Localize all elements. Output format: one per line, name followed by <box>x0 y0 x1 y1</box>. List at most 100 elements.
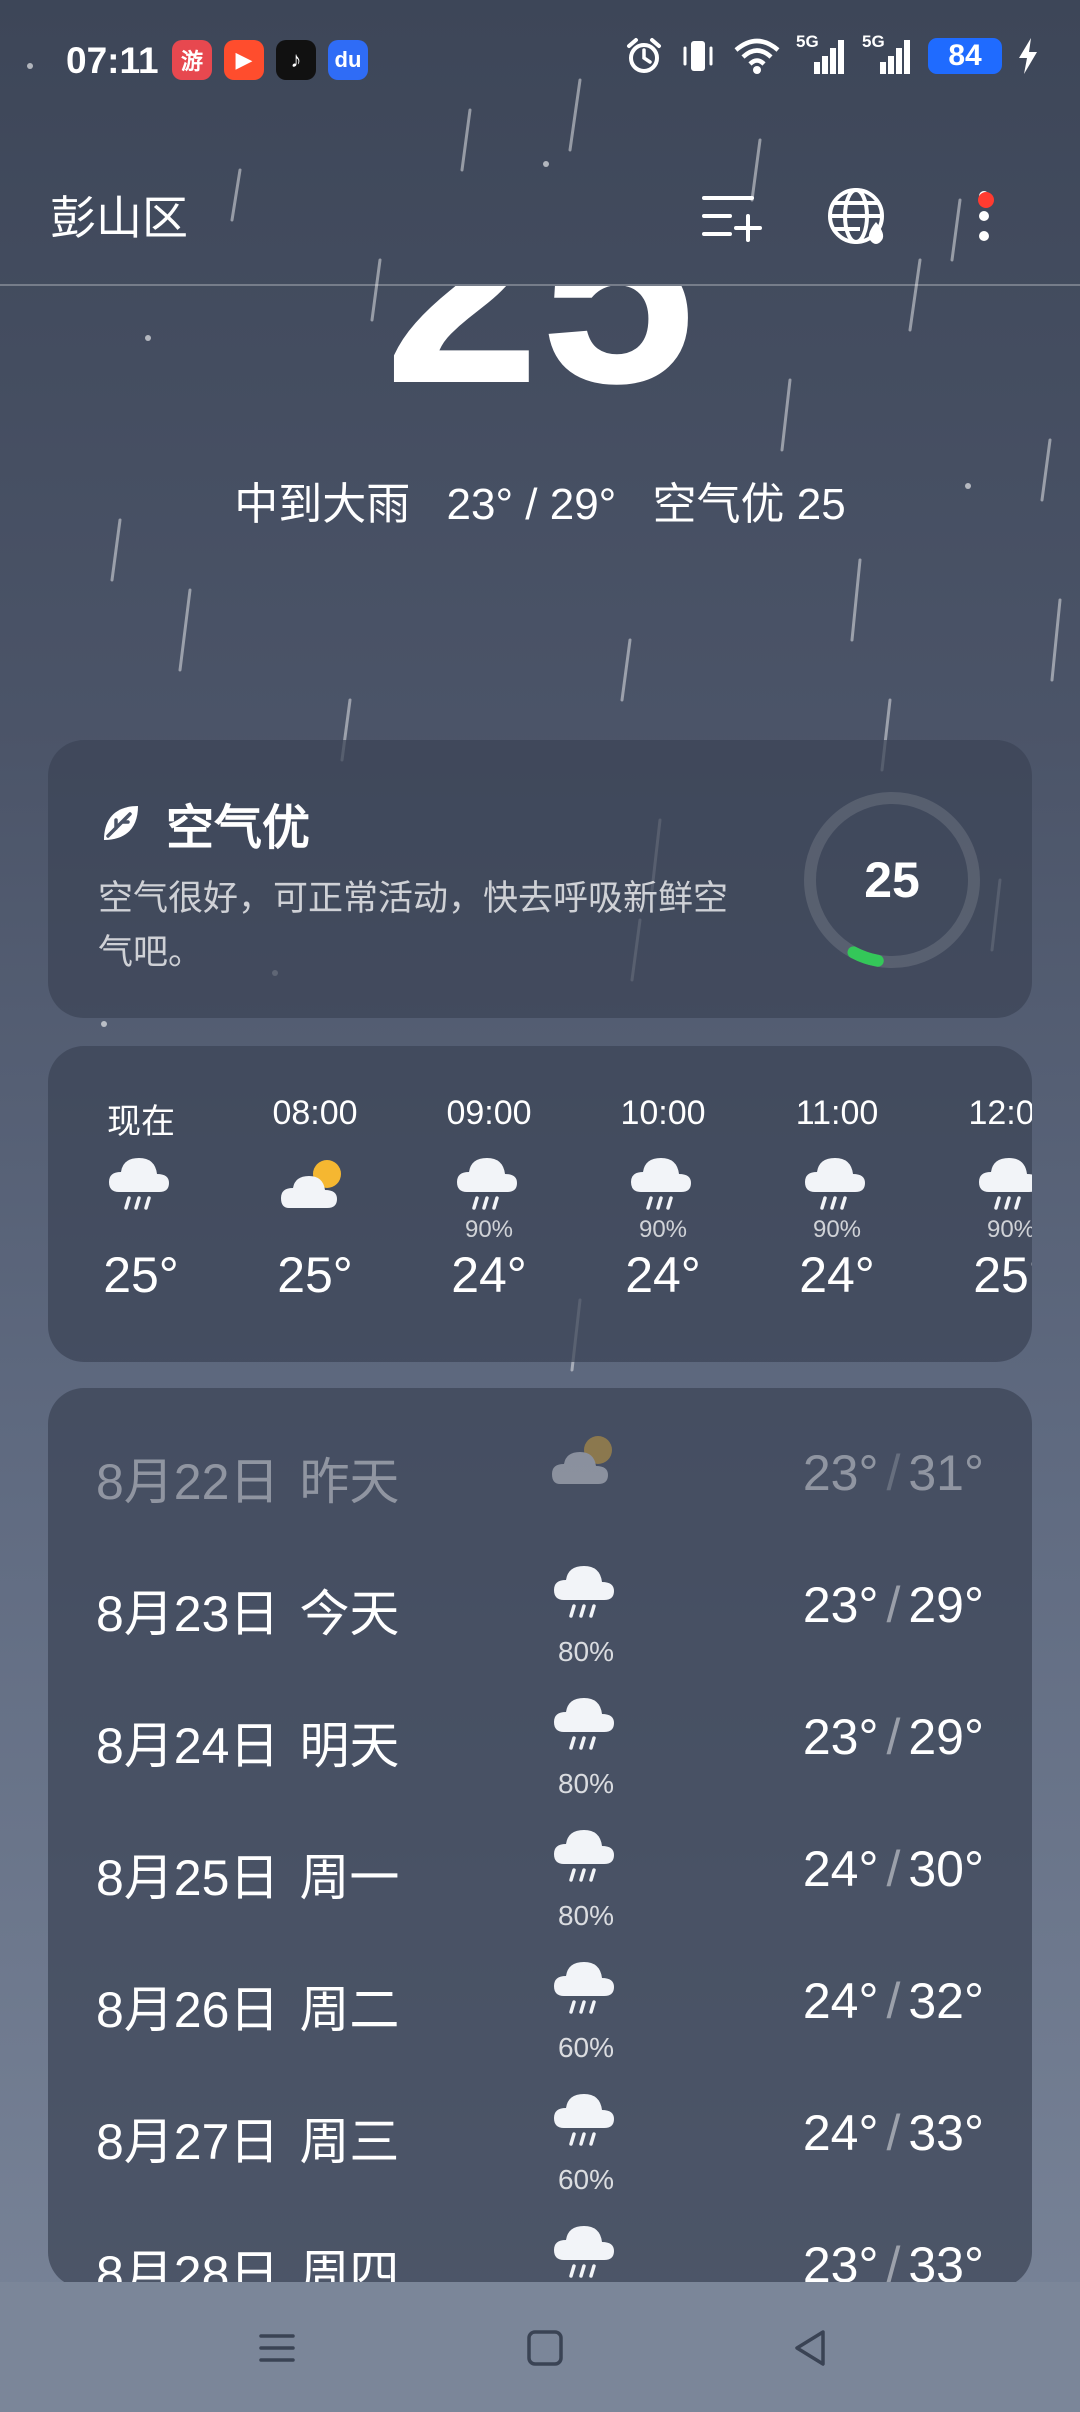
temp-separator: / <box>886 1577 901 1633</box>
aqi-title-label: 空气优 <box>166 802 311 855</box>
daily-row[interactable]: 8月22日 昨天 23°/31° <box>48 1410 1032 1542</box>
top-bar: 彭山区 <box>0 160 1080 286</box>
day-high: 33° <box>908 2237 984 2288</box>
day-high: 31° <box>908 1445 984 1501</box>
day-icon-wrap <box>546 1692 626 1762</box>
day-precip-probability: 80% <box>557 1768 615 1799</box>
leaf-icon <box>104 806 138 840</box>
day-label: 8月27日 周三 <box>96 2102 399 2174</box>
back-button[interactable] <box>776 2318 846 2378</box>
hour-time: 10:00 <box>620 1094 706 1132</box>
daily-row[interactable]: 8月25日 周一 80% 24°/30° <box>48 1806 1032 1938</box>
hourly-forecast-card[interactable]: 现在 25° 08:00 25° 09:00 90% 24° 10:00 90% 24° 11:00… <box>48 1046 1032 1362</box>
day-low: 23° <box>802 1709 879 1765</box>
recents-button[interactable] <box>242 2318 312 2378</box>
daily-row[interactable]: 8月27日 周三 60% 24°/33° <box>48 2070 1032 2202</box>
day-weekday: 今天 <box>299 1586 400 1642</box>
day-low: 23° <box>802 2237 879 2288</box>
current-temperature-clip: 25 <box>0 286 1080 396</box>
hour-temperature: 25° <box>277 1247 353 1303</box>
daily-row[interactable]: 8月28日 周四 23°/33° <box>48 2202 1032 2288</box>
temp-separator: / <box>886 1973 901 2029</box>
day-high: 32° <box>908 1973 984 2029</box>
hourly-item: 现在 25° <box>54 1094 228 1304</box>
battery-indicator: 84 <box>928 38 1002 74</box>
notification-app-icons: 游 ▶ ♪ du <box>172 40 368 80</box>
day-icon-wrap <box>546 1956 626 2026</box>
aqi-value: 25 <box>864 852 920 908</box>
day-temperature-range: 23°/31° <box>803 1444 984 1502</box>
day-high: 29° <box>908 1709 984 1765</box>
hour-precip-probability: 90% <box>638 1216 688 1243</box>
daily-forecast-card[interactable]: 8月22日 昨天 23°/31° 8月23日 今天 80% 23°/29° 8月24日 明天 80… <box>48 1388 1032 2288</box>
hour-temperature: 24° <box>451 1247 527 1303</box>
temp-separator: / <box>886 2105 901 2161</box>
location-title[interactable]: 彭山区 <box>50 182 188 248</box>
hour-icon-wrap <box>924 1152 1032 1222</box>
signal-icon-1: 5G <box>796 32 848 76</box>
day-temperature-range: 23°/33° <box>803 2236 984 2288</box>
home-button[interactable] <box>510 2318 580 2378</box>
more-vertical-icon <box>979 191 989 241</box>
day-temperature-range: 24°/33° <box>803 2104 984 2162</box>
day-temperature-range: 23°/29° <box>803 1708 984 1766</box>
day-low: 23° <box>802 1445 879 1501</box>
day-low: 23° <box>802 1577 879 1633</box>
current-temperature: 25 <box>0 286 1080 396</box>
hourly-item: 11:00 90% 24° <box>750 1094 924 1304</box>
charging-icon <box>1019 38 1037 74</box>
signal-icon-2: 5G <box>862 32 914 76</box>
current-summary: 中到大雨 23° / 29° 空气优 25 <box>0 468 1080 532</box>
menu-lines-icon <box>259 2334 295 2362</box>
day-weekday: 昨天 <box>299 1454 400 1510</box>
hourly-item: 12:0090%25° <box>924 1094 1032 1304</box>
daily-row[interactable]: 8月24日 明天 80% 23°/29° <box>48 1674 1032 1806</box>
day-weekday: 周二 <box>299 1982 400 2038</box>
day-date: 8月27日 <box>96 2114 280 2170</box>
more-menu-button[interactable] <box>946 178 1022 254</box>
square-icon <box>527 2330 563 2366</box>
tiktok-app-icon: ♪ <box>276 40 316 80</box>
air-quality-card[interactable]: 空气优 空气很好，可正常活动，快去呼吸新鲜空气吧。 25 <box>48 740 1032 1018</box>
status-indicators: 5G 5G 84 <box>624 32 1040 76</box>
rain-cloud-icon <box>109 1158 169 1210</box>
rain-cloud-icon <box>805 1158 865 1210</box>
rain-cloud-icon <box>979 1158 1032 1210</box>
navigation-bar <box>0 2282 1080 2412</box>
hourly-item: 08:00 25° <box>228 1094 402 1304</box>
day-high: 30° <box>908 1841 984 1897</box>
globe-drop-icon <box>828 188 884 244</box>
daily-row[interactable]: 8月23日 今天 80% 23°/29° <box>48 1542 1032 1674</box>
hour-time: 12:00 <box>968 1094 1032 1132</box>
current-condition: 中到大雨 <box>234 480 411 529</box>
day-label: 8月24日 明天 <box>96 1706 399 1778</box>
day-weekday: 周一 <box>299 1850 400 1906</box>
hour-icon-wrap <box>576 1152 750 1222</box>
hour-temperature: 25° <box>973 1247 1032 1303</box>
day-date: 8月22日 <box>96 1454 280 1510</box>
day-icon-wrap <box>546 2220 626 2288</box>
day-date: 8月24日 <box>96 1718 280 1774</box>
video-app-icon: ▶ <box>224 40 264 80</box>
manage-cities-button[interactable] <box>692 178 768 254</box>
day-label: 8月23日 今天 <box>96 1574 399 1646</box>
rain-cloud-icon <box>554 1566 614 1618</box>
current-aqi-summary: 空气优 25 <box>652 480 846 529</box>
status-bar: 07:11 游 ▶ ♪ du 5G 5G 84 <box>0 0 1080 124</box>
hour-temperature: 24° <box>799 1247 875 1303</box>
baidu-app-icon: du <box>328 40 368 80</box>
day-low: 24° <box>802 1841 879 1897</box>
rain-cloud-icon <box>554 2094 614 2146</box>
day-precip-probability: 60% <box>557 2164 615 2195</box>
day-high: 29° <box>908 1577 984 1633</box>
day-temperature-range: 23°/29° <box>803 1576 984 1634</box>
daily-row[interactable]: 8月26日 周二 60% 24°/32° <box>48 1938 1032 2070</box>
hourly-item: 10:00 90% 24° <box>576 1094 750 1304</box>
partly-cloudy-icon <box>552 1436 612 1484</box>
hour-precip-probability: 90% <box>812 1216 862 1243</box>
day-low: 24° <box>802 2105 879 2161</box>
global-weather-button[interactable] <box>820 178 896 254</box>
partly-cloudy-icon <box>281 1160 341 1208</box>
aqi-title: 空气优 <box>98 788 310 858</box>
notification-dot <box>978 192 994 208</box>
